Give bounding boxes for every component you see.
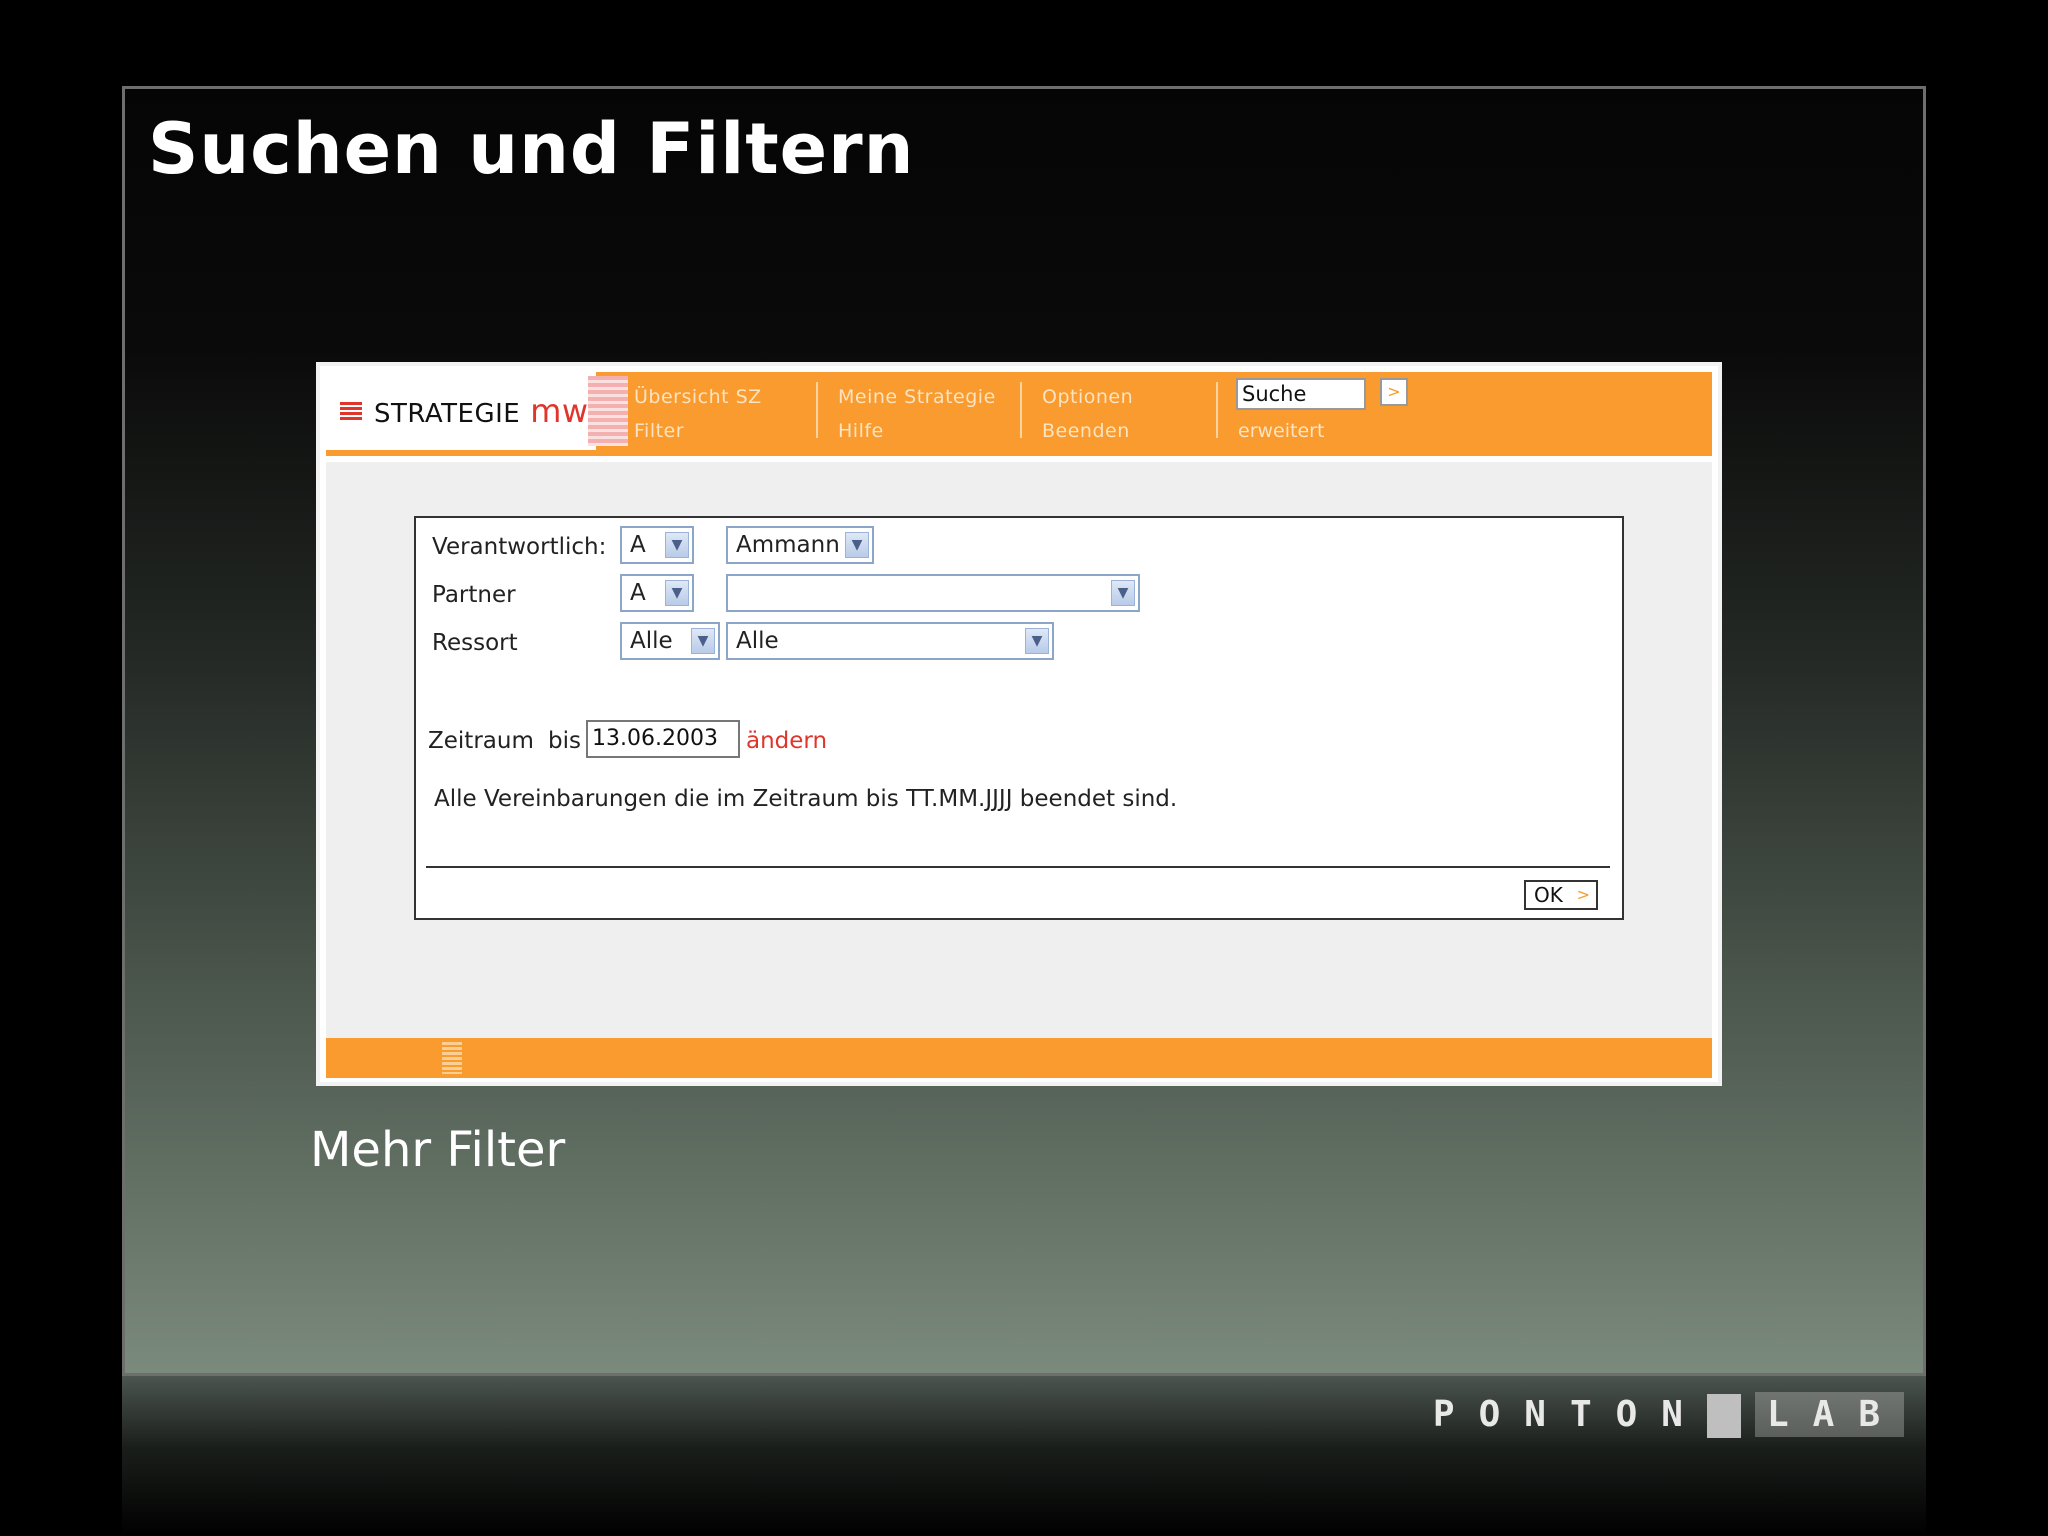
form-divider — [426, 866, 1610, 868]
chevron-down-icon: ▼ — [665, 532, 689, 558]
ponton-lab-logo: PONTON LAB — [1432, 1392, 1904, 1438]
slide-title: Suchen und Filtern — [148, 108, 915, 190]
zeitraum-label: Zeitraum — [428, 728, 534, 754]
verantwortlich-name-select[interactable]: Ammann ▼ — [726, 526, 874, 564]
nav-divider — [816, 382, 818, 438]
app-header: STRATEGIE mw Übersicht SZ Filter Meine St… — [326, 372, 1712, 462]
chevron-down-icon: ▼ — [691, 628, 715, 654]
chevron-down-icon: ▼ — [665, 580, 689, 606]
logo-suffix: mw — [530, 392, 589, 430]
ressort-label: Ressort — [432, 630, 518, 656]
logo-text: STRATEGIE — [374, 399, 521, 429]
date-input[interactable]: 13.06.2003 — [586, 720, 740, 758]
ok-label: OK — [1534, 883, 1563, 907]
select-value: Alle — [736, 628, 779, 654]
chevron-down-icon: ▼ — [845, 532, 869, 558]
nav-divider — [1216, 382, 1218, 438]
chevron-down-icon: ▼ — [1111, 580, 1135, 606]
logo-icon — [340, 402, 362, 420]
select-value: A — [630, 532, 646, 558]
ok-button[interactable]: OK > — [1524, 880, 1598, 910]
brand-right: LAB — [1754, 1392, 1904, 1437]
nav-link-filter[interactable]: Filter — [634, 416, 762, 450]
search-extended-link[interactable]: erweitert — [1238, 420, 1324, 442]
nav-link-beenden[interactable]: Beenden — [1042, 416, 1133, 450]
nav-link-hilfe[interactable]: Hilfe — [838, 416, 996, 450]
change-date-link[interactable]: ändern — [746, 728, 827, 754]
ressort-short-select[interactable]: Alle ▼ — [620, 622, 720, 660]
slide-caption: Mehr Filter — [310, 1122, 566, 1178]
nav-group-2: Meine Strategie Hilfe — [838, 382, 996, 446]
partner-name-select[interactable]: ▼ — [726, 574, 1140, 612]
nav-group-3: Optionen Beenden — [1042, 382, 1133, 446]
nav-group-1: Übersicht SZ Filter — [634, 382, 762, 446]
nav-link-uebersicht[interactable]: Übersicht SZ — [634, 382, 762, 416]
nav-link-optionen[interactable]: Optionen — [1042, 382, 1133, 416]
info-text: Alle Vereinbarungen die im Zeitraum bis … — [434, 786, 1178, 812]
select-value: Ammann — [736, 532, 840, 558]
select-value: Alle — [630, 628, 673, 654]
logo-stripes — [588, 376, 628, 446]
search-go-button[interactable]: > — [1380, 378, 1408, 406]
select-value: A — [630, 580, 646, 606]
header-divider — [326, 450, 1712, 456]
filter-form: Verantwortlich: A ▼ Ammann ▼ Partner A ▼… — [414, 516, 1624, 920]
verantwortlich-label: Verantwortlich: — [432, 534, 607, 560]
chevron-down-icon: ▼ — [1025, 628, 1049, 654]
footer-stripes — [442, 1042, 462, 1074]
verantwortlich-letter-select[interactable]: A ▼ — [620, 526, 694, 564]
ressort-long-select[interactable]: Alle ▼ — [726, 622, 1054, 660]
app-window: STRATEGIE mw Übersicht SZ Filter Meine St… — [326, 372, 1712, 1078]
partner-letter-select[interactable]: A ▼ — [620, 574, 694, 612]
search-input[interactable]: Suche — [1236, 378, 1366, 410]
app-screenshot: STRATEGIE mw Übersicht SZ Filter Meine St… — [316, 362, 1722, 1086]
arrow-right-icon: > — [1576, 885, 1590, 904]
app-logo: STRATEGIE mw — [374, 392, 589, 430]
brand-separator — [1706, 1394, 1741, 1438]
nav-bar — [596, 372, 1712, 450]
app-footer — [326, 1038, 1712, 1078]
nav-link-meine-strategie[interactable]: Meine Strategie — [838, 382, 996, 416]
partner-label: Partner — [432, 582, 516, 608]
brand-left: PONTON — [1432, 1394, 1707, 1435]
bis-label: bis — [548, 728, 581, 754]
nav-divider — [1020, 382, 1022, 438]
